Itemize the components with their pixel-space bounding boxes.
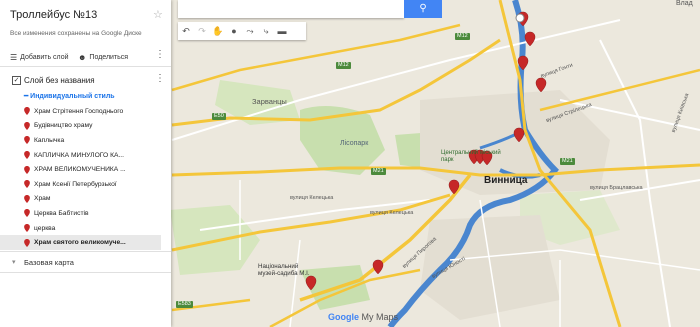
pin-icon [24, 224, 30, 233]
place-item[interactable]: Церква Бабтистів [24, 206, 171, 221]
layer-visibility-checkbox[interactable]: ✓ [12, 76, 21, 85]
label-street-kelecka-1: вулиця Келецька [290, 195, 334, 201]
place-item[interactable]: Храм Ксенії Петербурзької [24, 177, 171, 192]
label-city: Винница [484, 175, 528, 186]
search-icon: ⚲ [419, 3, 427, 14]
map-title[interactable]: Троллейбус №13 [10, 9, 97, 21]
panel-header: Троллейбус №13 ☆ Все изменения сохранены… [0, 0, 171, 67]
pin-icon [24, 165, 30, 174]
search-button[interactable]: ⚲ [404, 0, 442, 18]
google-logo-text: Google [328, 312, 359, 322]
place-label: Храм Стрітення Господнього [34, 107, 124, 115]
place-item[interactable]: Храм Стрітення Господнього [24, 104, 171, 119]
add-layer-button[interactable]: ☰ Добавить слой [10, 53, 69, 62]
place-item[interactable]: церква [24, 221, 171, 236]
google-my-maps-logo: Google My Maps [328, 312, 398, 322]
marker-icon[interactable]: ● [226, 22, 242, 40]
place-label: церква [34, 224, 56, 232]
places-list: Храм Стрітення Господнього Будівництво хр… [0, 104, 171, 250]
draw-line-icon[interactable]: ⤳ [242, 22, 258, 40]
style-link[interactable]: ━ Индивидуальный стиль [24, 92, 115, 100]
place-label: Каплычка [34, 136, 65, 144]
pin-icon [24, 151, 30, 160]
pin-icon [24, 194, 30, 203]
place-label: Будівництво храму [34, 122, 93, 130]
layer-options-icon[interactable]: ⋮ [155, 74, 165, 84]
place-label: ХРАМ ВЕЛИКОМУЧЕНИКА ... [34, 166, 126, 174]
road-shield-m21: M21 [371, 168, 386, 175]
add-layer-icon: ☰ [10, 53, 18, 62]
place-item[interactable]: Храм святого великомуче... [0, 235, 161, 250]
star-icon[interactable]: ☆ [153, 8, 163, 21]
place-label: Храм Ксенії Петербурзької [34, 180, 117, 188]
place-label: КАПЛИЧКА МИНУЛОГО КА... [34, 151, 125, 159]
label-street-bratslavska: вулиця Брацлавська [590, 185, 643, 191]
layers-panel: Троллейбус №13 ☆ Все изменения сохранены… [0, 0, 171, 327]
add-person-icon: ☻ [78, 53, 87, 62]
undo-icon[interactable]: ↶ [178, 22, 194, 40]
place-item[interactable]: Будівництво храму [24, 119, 171, 134]
road-shield-m21: M21 [560, 158, 575, 165]
directions-icon[interactable]: ⤷ [258, 22, 274, 40]
pin-icon [24, 209, 30, 218]
more-options-icon[interactable]: ⋮ [155, 50, 165, 60]
save-status: Все изменения сохранены на Google Диске [10, 30, 142, 37]
label-lisopark: Лісопарк [340, 140, 369, 147]
label-vlad: Влад [676, 0, 693, 7]
road-shield-m12: M12 [336, 62, 351, 69]
pin-icon [24, 238, 30, 247]
paint-roller-icon: ━ [24, 93, 29, 100]
expand-arrow-icon[interactable]: ▾ [12, 258, 16, 266]
road-shield-e50: E50 [212, 113, 226, 120]
hand-icon[interactable]: ✋ [210, 22, 226, 40]
place-item[interactable]: Храм [24, 192, 171, 207]
add-layer-label: Добавить слой [20, 54, 69, 61]
road-shield-e583: E583 [176, 301, 193, 308]
share-label: Поделиться [89, 54, 129, 61]
pin-icon [24, 180, 30, 189]
label-street-kelecka-2: вулиця Келецька [370, 210, 414, 216]
base-map-section[interactable]: ▾ Базовая карта [0, 251, 171, 273]
base-map-label: Базовая карта [24, 258, 74, 267]
road-shield-m12: M12 [455, 33, 470, 40]
ruler-icon[interactable]: ▬ [274, 22, 290, 40]
map-toolbar: ↶ ↷ ✋ ● ⤳ ⤷ ▬ [178, 22, 306, 40]
place-label: Храм святого великомуче... [34, 239, 126, 247]
layer-name[interactable]: Слой без названия [24, 76, 95, 85]
pin-icon [24, 107, 30, 116]
label-central-park: Центральний міський парк [441, 150, 501, 163]
label-zarvantsy: Зарванцы [252, 97, 287, 106]
place-item[interactable]: КАПЛИЧКА МИНУЛОГО КА... [24, 148, 171, 163]
share-button[interactable]: ☻ Поделиться [78, 53, 128, 62]
place-label: Церква Бабтистів [34, 209, 89, 217]
place-item[interactable]: ХРАМ ВЕЛИКОМУЧЕНИКА ... [24, 162, 171, 177]
pin-icon [24, 136, 30, 145]
place-label: Храм [34, 195, 51, 203]
my-maps-text: My Maps [361, 312, 399, 322]
search-input[interactable] [178, 0, 404, 18]
pin-icon [24, 121, 30, 130]
label-museum: Національний музей-садиба М.І. [258, 263, 310, 277]
redo-icon[interactable]: ↷ [194, 22, 210, 40]
style-label: Индивидуальный стиль [30, 93, 115, 100]
place-item[interactable]: Каплычка [24, 133, 171, 148]
